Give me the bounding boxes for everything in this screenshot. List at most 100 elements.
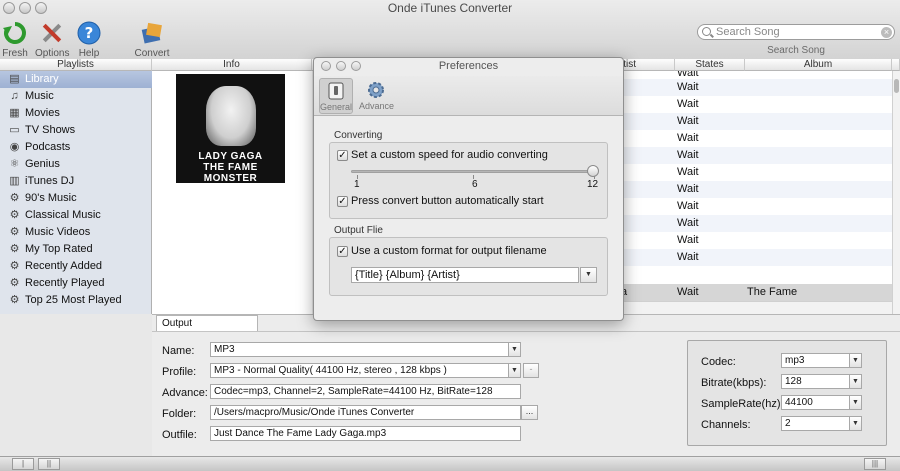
table-row[interactable]: Wait: [620, 96, 892, 113]
table-row-selected[interactable]: a Wait The Fame: [620, 284, 892, 301]
artwork-title: THE FAME MONSTER: [203, 162, 258, 183]
bitrate-label: Bitrate(kbps):: [701, 377, 767, 389]
advance-field[interactable]: Codec=mp3, Channel=2, SampleRate=44100 H…: [210, 384, 521, 399]
options-button[interactable]: Options: [35, 20, 69, 59]
sidebar-item-recently-played[interactable]: ⚙ Recently Played: [0, 275, 152, 292]
sidebar-item-music[interactable]: ♫ Music: [0, 88, 152, 105]
tools-icon: [39, 20, 65, 46]
table-row[interactable]: Wait: [620, 130, 892, 147]
sidebar-item-classical-music[interactable]: ⚙ Classical Music: [0, 207, 152, 224]
search-label: Search Song: [767, 45, 825, 56]
clear-search-icon[interactable]: ×: [881, 27, 892, 38]
refresh-icon: [2, 20, 28, 46]
table-row[interactable]: Wait: [620, 198, 892, 215]
name-select[interactable]: MP3: [210, 342, 509, 357]
sidebar-item-label: Genius: [25, 158, 60, 170]
tab-advance[interactable]: Advance: [359, 78, 394, 114]
gear-icon: ⚙: [9, 226, 20, 238]
sidebar-item-music-videos[interactable]: ⚙ Music Videos: [0, 224, 152, 241]
convert-icon: [139, 20, 165, 46]
window-title: Onde iTunes Converter: [387, 1, 513, 15]
outfile-label: Outfile:: [162, 429, 197, 441]
library-icon: ▤: [9, 73, 20, 85]
format-dropdown-button[interactable]: ▼: [580, 267, 597, 283]
sidebar-item-label: Music Videos: [25, 226, 91, 238]
status-button-2[interactable]: ||: [38, 458, 60, 470]
help-icon: ?: [76, 20, 102, 46]
scroll-thumb[interactable]: [894, 79, 899, 93]
tab-general[interactable]: General: [319, 78, 353, 114]
sidebar-item-itunes-dj[interactable]: ▥ iTunes DJ: [0, 173, 152, 190]
sidebar-item-top-25-most-played[interactable]: ⚙ Top 25 Most Played: [0, 292, 152, 309]
name-dropdown-button[interactable]: ▼: [508, 342, 521, 357]
sidebar-item-movies[interactable]: ▦ Movies: [0, 105, 152, 122]
samplerate-select[interactable]: 44100: [781, 395, 850, 410]
states-header[interactable]: States: [675, 59, 745, 71]
profile-remove-button[interactable]: -: [523, 363, 539, 378]
table-row[interactable]: Wait: [620, 164, 892, 181]
custom-speed-checkbox[interactable]: ✓: [337, 150, 348, 161]
profile-dropdown-button[interactable]: ▼: [508, 363, 521, 378]
dialog-close-button[interactable]: [321, 61, 331, 71]
status-button-3[interactable]: |||: [864, 458, 886, 470]
status-button-1[interactable]: |: [12, 458, 34, 470]
sidebar-item-podcasts[interactable]: ◉ Podcasts: [0, 139, 152, 156]
sidebar-item-tv-shows[interactable]: ▭ TV Shows: [0, 122, 152, 139]
playlists-header[interactable]: Playlists: [0, 59, 152, 71]
sidebar-item-my-top-rated[interactable]: ⚙ My Top Rated: [0, 241, 152, 258]
bitrate-dropdown-button[interactable]: ▼: [849, 374, 862, 389]
profile-select[interactable]: MP3 - Normal Quality( 44100 Hz, stereo ,…: [210, 363, 509, 378]
table-horizontal-scrollbar[interactable]: [620, 301, 892, 314]
sidebar-item-label: Podcasts: [25, 141, 71, 153]
bitrate-select[interactable]: 128: [781, 374, 850, 389]
gear-icon: [366, 80, 386, 100]
custom-format-checkbox[interactable]: ✓: [337, 246, 348, 257]
dialog-zoom-button[interactable]: [351, 61, 361, 71]
sidebar-item-genius[interactable]: ⚛ Genius: [0, 156, 152, 173]
sidebar-item-library[interactable]: ▤ Library: [0, 71, 152, 88]
switch-icon: [326, 81, 346, 101]
state-cell: Wait: [677, 149, 699, 161]
gear-icon: ⚙: [9, 192, 20, 204]
codec-dropdown-button[interactable]: ▼: [849, 353, 862, 368]
sidebar-item-label: Recently Played: [25, 277, 105, 289]
outfile-field[interactable]: Just Dance The Fame Lady Gaga.mp3: [210, 426, 521, 441]
convert-button[interactable]: Convert: [134, 20, 170, 59]
samplerate-dropdown-button[interactable]: ▼: [849, 395, 862, 410]
dialog-minimize-button[interactable]: [336, 61, 346, 71]
sidebar-item-recently-added[interactable]: ⚙ Recently Added: [0, 258, 152, 275]
search-input[interactable]: Search Song: [697, 24, 895, 40]
speed-slider-knob[interactable]: [587, 165, 599, 177]
slider-min-label: 1: [354, 179, 360, 190]
channels-dropdown-button[interactable]: ▼: [849, 416, 862, 431]
sidebar-item-label: iTunes DJ: [25, 175, 75, 187]
info-header[interactable]: Info: [152, 59, 312, 71]
preferences-dialog: Preferences General Advance Converting ✓…: [313, 57, 624, 321]
table-row[interactable]: Wait: [620, 249, 892, 266]
table-row[interactable]: Wait: [620, 232, 892, 249]
folder-field[interactable]: /Users/macpro/Music/Onde iTunes Converte…: [210, 405, 521, 420]
table-row[interactable]: Wait: [620, 79, 892, 96]
browse-folder-button[interactable]: ...: [521, 405, 538, 420]
fresh-button[interactable]: Fresh: [1, 20, 29, 59]
gear-icon: ⚙: [9, 260, 20, 272]
format-input[interactable]: {Title} {Album} {Artist}: [351, 267, 579, 283]
speed-slider-track[interactable]: [351, 170, 596, 173]
codec-select[interactable]: mp3: [781, 353, 850, 368]
sidebar-item-90s-music[interactable]: ⚙ 90's Music: [0, 190, 152, 207]
table-vertical-scrollbar[interactable]: [892, 71, 900, 314]
tab-output[interactable]: Output: [156, 315, 258, 331]
state-cell: Wait: [677, 166, 699, 178]
folder-label: Folder:: [162, 408, 197, 420]
status-bar: [0, 456, 900, 471]
table-row[interactable]: Wait: [620, 147, 892, 164]
sidebar-item-label: Movies: [25, 107, 60, 119]
channels-select[interactable]: 2: [781, 416, 850, 431]
state-cell: Wait: [677, 115, 699, 127]
table-row[interactable]: Wait: [620, 181, 892, 198]
help-button[interactable]: ? Help: [76, 20, 102, 59]
album-header[interactable]: Album: [745, 59, 892, 71]
auto-start-checkbox[interactable]: ✓: [337, 196, 348, 207]
table-row[interactable]: Wait: [620, 113, 892, 130]
table-row[interactable]: Wait: [620, 215, 892, 232]
